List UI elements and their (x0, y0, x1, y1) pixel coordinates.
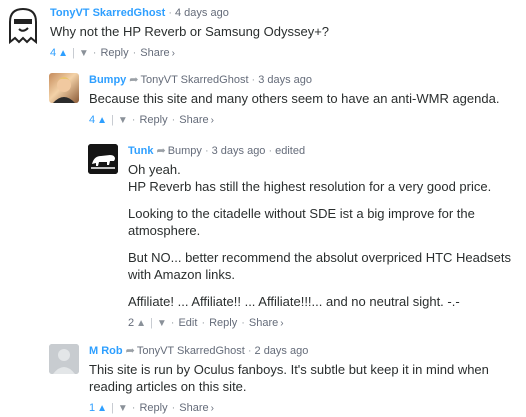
downvote-icon[interactable]: ▼ (157, 318, 167, 329)
upvote-count: 4 (89, 114, 96, 126)
comment-paragraph: This site is run by Oculus fanboys. It's… (89, 362, 489, 394)
downvote-icon[interactable]: ▼ (118, 403, 128, 414)
reply-link[interactable]: Reply (100, 47, 128, 59)
comment: M Rob ➦ TonyVT SkarredGhost · 2 days ago Thi… (49, 344, 516, 414)
reply-to-name[interactable]: TonyVT SkarredGhost (141, 74, 249, 86)
reply-link[interactable]: Reply (139, 402, 167, 414)
edited-label: edited (275, 145, 306, 157)
default-avatar-icon (49, 344, 79, 374)
reply-link[interactable]: Reply (139, 114, 167, 126)
timestamp[interactable]: 3 days ago (258, 74, 312, 86)
chevron-right-icon: › (171, 48, 175, 59)
upvote-icon[interactable]: ▲ (97, 115, 107, 126)
share-link[interactable]: Share (179, 402, 208, 414)
comment-text: Because this site and many others seem t… (89, 90, 516, 107)
reply-to-name[interactable]: TonyVT SkarredGhost (137, 345, 245, 357)
timestamp[interactable]: 3 days ago (212, 145, 266, 157)
comment-paragraph: Affiliate! ... Affiliate!! ... Affiliate… (128, 294, 460, 309)
comment-text: Oh yeah. HP Reverb has still the highest… (128, 161, 516, 310)
comment-header: M Rob ➦ TonyVT SkarredGhost · 2 days ago (89, 345, 309, 357)
downvote-icon[interactable]: ▼ (79, 48, 89, 59)
comment-paragraph: Looking to the citadelle without SDE ist… (128, 206, 475, 238)
comment-text: Why not the HP Reverb or Samsung Odyssey… (50, 23, 516, 40)
comment: Bumpy ➦ TonyVT SkarredGhost · 3 days ago Bec… (49, 73, 516, 128)
comment-text: This site is run by Oculus fanboys. It's… (89, 361, 509, 395)
comment-actions: 4 ▲ | ▼ · Reply · Share › (89, 114, 214, 126)
comment: Tunk ➦ Bumpy · 3 days ago · edited Oh yeah. HP… (88, 144, 516, 329)
comment-paragraph: Why not the HP Reverb or Samsung Odyssey… (50, 24, 330, 39)
chevron-right-icon: › (280, 318, 284, 329)
photo-avatar-icon (53, 77, 75, 103)
share-link[interactable]: Share (249, 317, 278, 329)
reply-arrow-icon: ➦ (125, 345, 135, 357)
avatar[interactable] (4, 6, 42, 44)
reply-arrow-icon: ➦ (129, 74, 139, 86)
comment: TonyVT SkarredGhost · 4 days ago Why not t… (4, 6, 516, 59)
comment-header: TonyVT SkarredGhost · 4 days ago (50, 7, 229, 19)
avatar[interactable] (49, 73, 79, 103)
author-name[interactable]: Tunk (128, 145, 153, 157)
reply-arrow-icon: ➦ (156, 145, 166, 157)
author-name[interactable]: Bumpy (89, 74, 126, 86)
upvote-icon[interactable]: ▲ (136, 318, 146, 329)
comment-actions: 1 ▲ | ▼ · Reply · Share › (89, 402, 214, 414)
comment-actions: 2 ▲ | ▼ · Edit · Reply · Share › (128, 317, 284, 329)
reply-link[interactable]: Reply (209, 317, 237, 329)
avatar[interactable] (49, 344, 79, 374)
comment-paragraph: Because this site and many others seem t… (89, 91, 500, 106)
timestamp[interactable]: 4 days ago (175, 7, 229, 19)
avatar[interactable] (88, 144, 118, 174)
upvote-icon[interactable]: ▲ (58, 48, 68, 59)
author-name[interactable]: M Rob (89, 345, 123, 357)
upvote-count: 4 (50, 47, 57, 59)
comment-header: Tunk ➦ Bumpy · 3 days ago · edited (128, 145, 306, 157)
upvote-count: 1 (89, 402, 96, 414)
timestamp[interactable]: 2 days ago (255, 345, 309, 357)
comment-paragraph: Oh yeah. HP Reverb has still the highest… (128, 162, 492, 194)
upvote-icon[interactable]: ▲ (97, 403, 107, 414)
comment-paragraph: But NO... better recommend the absolut o… (128, 250, 511, 282)
chevron-right-icon: › (210, 115, 214, 126)
upvote-count: 2 (128, 317, 135, 329)
comment-actions: 4 ▲ | ▼ · Reply · Share › (50, 47, 175, 59)
chevron-right-icon: › (210, 403, 214, 414)
comment-header: Bumpy ➦ TonyVT SkarredGhost · 3 days ago (89, 74, 313, 86)
share-link[interactable]: Share (179, 114, 208, 126)
ghost-avatar-icon (9, 7, 37, 44)
downvote-icon[interactable]: ▼ (118, 115, 128, 126)
reply-to-name[interactable]: Bumpy (168, 145, 202, 157)
share-link[interactable]: Share (140, 47, 169, 59)
author-name[interactable]: TonyVT SkarredGhost (50, 7, 165, 19)
bear-avatar-icon (88, 144, 118, 174)
edit-link[interactable]: Edit (178, 317, 197, 329)
